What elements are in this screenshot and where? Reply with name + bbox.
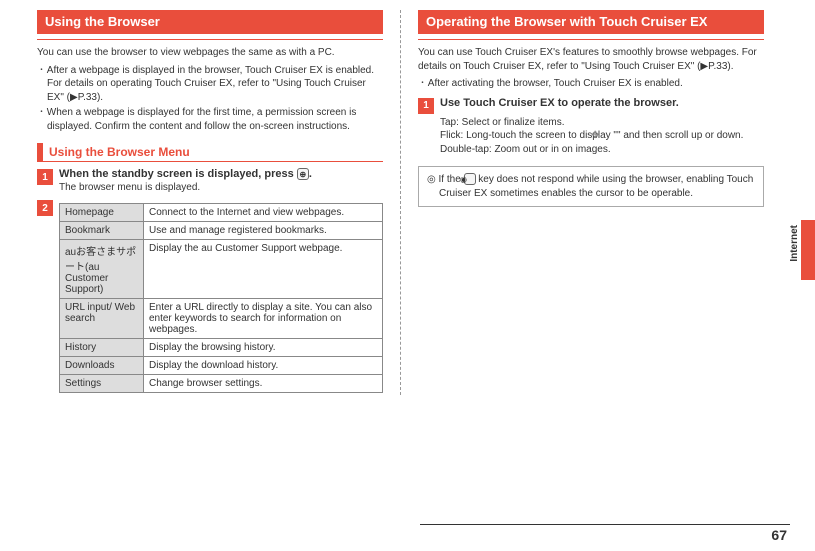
note-box: ◎ If the ◉ key does not respond while us… [418, 166, 764, 207]
step-number-2: 2 [37, 200, 53, 216]
page-number: 67 [771, 527, 787, 543]
side-tab [801, 220, 815, 280]
action-double-tap: Double-tap: Zoom out or in on images. [440, 143, 764, 157]
side-label-internet: Internet [789, 225, 800, 262]
action-tap: Tap: Select or finalize items. [440, 116, 764, 130]
intro-text: You can use the browser to view webpages… [37, 46, 383, 60]
column-divider [400, 10, 401, 395]
table-row: URL input/ Web searchEnter a URL directl… [60, 299, 383, 339]
step-1-sub: The browser menu is displayed. [59, 182, 383, 193]
intro-text-right: You can use Touch Cruiser EX's features … [418, 46, 764, 73]
table-row: BookmarkUse and manage registered bookma… [60, 222, 383, 240]
table-row: SettingsChange browser settings. [60, 375, 383, 393]
action-flick: Flick: Long-touch the screen to display … [440, 129, 764, 143]
step-number-1: 1 [418, 98, 434, 114]
step-2: 2 HomepageConnect to the Internet and vi… [37, 199, 383, 393]
bullet-item: ･ After activating the browser, Touch Cr… [418, 77, 764, 91]
browser-menu-table: HomepageConnect to the Internet and view… [59, 203, 383, 393]
section-header-touch-cruiser: Operating the Browser with Touch Cruiser… [418, 10, 764, 34]
step-1-right: 1 Use Touch Cruiser EX to operate the br… [418, 97, 764, 114]
table-row: HistoryDisplay the browsing history. [60, 339, 383, 357]
sub-header-browser-menu: Using the Browser Menu [37, 143, 383, 162]
bullet-item: ･ When a webpage is displayed for the fi… [37, 106, 383, 133]
section-header-using-browser: Using the Browser [37, 10, 383, 34]
step-1-title: When the standby screen is displayed, pr… [59, 168, 383, 180]
table-row: HomepageConnect to the Internet and view… [60, 204, 383, 222]
dpad-key-icon: ◉ [464, 173, 476, 185]
table-row: auお客さまサポート(au Customer Support)Display t… [60, 240, 383, 299]
step-title: Use Touch Cruiser EX to operate the brow… [440, 97, 764, 109]
step-1: 1 When the standby screen is displayed, … [37, 168, 383, 193]
bullet-item: ･ After a webpage is displayed in the br… [37, 64, 383, 105]
table-row: DownloadsDisplay the download history. [60, 357, 383, 375]
globe-key-icon: ⊕ [297, 168, 309, 180]
step-number-1: 1 [37, 169, 53, 185]
page-footer-line [420, 524, 790, 525]
